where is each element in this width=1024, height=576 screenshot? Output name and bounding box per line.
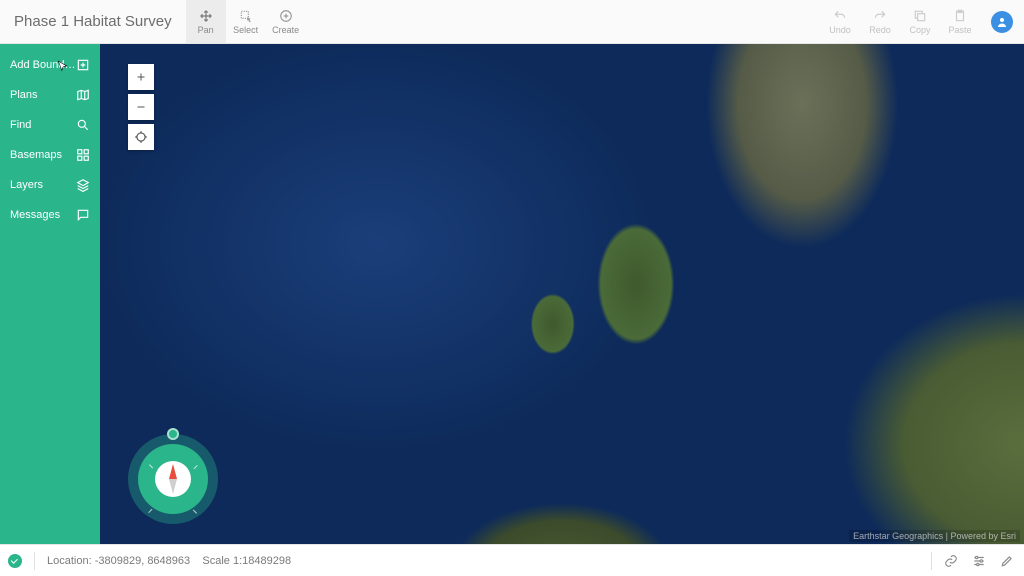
compass-widget[interactable]: ︿ ︿ ︿ ︿ bbox=[128, 434, 218, 524]
main-area: Add Bounda... Plans Find Basemaps Layers bbox=[0, 44, 1024, 544]
location-label: Location: bbox=[47, 555, 92, 567]
minus-icon bbox=[135, 101, 147, 113]
edit-button[interactable] bbox=[998, 552, 1016, 570]
map-attribution: Earthstar Geographics | Powered by Esri bbox=[849, 530, 1020, 542]
sidebar-item-basemaps[interactable]: Basemaps bbox=[0, 140, 100, 170]
paste-button[interactable]: Paste bbox=[940, 0, 980, 43]
avatar-icon bbox=[991, 11, 1013, 33]
status-ok-icon bbox=[8, 554, 22, 568]
sidebar: Add Bounda... Plans Find Basemaps Layers bbox=[0, 44, 100, 544]
tool-group-left: Pan Select Create bbox=[186, 0, 306, 43]
chat-icon bbox=[76, 208, 90, 222]
pan-north-arrow[interactable]: ︿ bbox=[168, 458, 177, 467]
divider bbox=[931, 552, 932, 570]
compass-tick bbox=[149, 464, 153, 468]
map-icon bbox=[76, 88, 90, 102]
satellite-basemap bbox=[100, 44, 1024, 544]
create-label: Create bbox=[272, 25, 299, 35]
grid-icon bbox=[76, 148, 90, 162]
sidebar-item-add-boundary[interactable]: Add Bounda... bbox=[0, 50, 100, 80]
sidebar-item-plans[interactable]: Plans bbox=[0, 80, 100, 110]
undo-button[interactable]: Undo bbox=[820, 0, 860, 43]
sidebar-item-label: Messages bbox=[10, 209, 60, 221]
undo-label: Undo bbox=[829, 25, 851, 35]
search-icon bbox=[76, 118, 90, 132]
status-right-tools bbox=[931, 552, 1016, 570]
sidebar-item-label: Plans bbox=[10, 89, 38, 101]
top-toolbar: Phase 1 Habitat Survey Pan Select Create bbox=[0, 0, 1024, 44]
app-title-text: Phase 1 Habitat Survey bbox=[14, 13, 172, 30]
paste-label: Paste bbox=[948, 25, 971, 35]
sidebar-item-label: Add Bounda... bbox=[10, 59, 76, 71]
crosshair-icon bbox=[134, 130, 148, 144]
sidebar-item-find[interactable]: Find bbox=[0, 110, 100, 140]
scale-value: 1:18489298 bbox=[233, 555, 291, 567]
locate-button[interactable] bbox=[128, 124, 154, 150]
tool-group-right: Undo Redo Copy Paste bbox=[820, 0, 1024, 43]
select-tool[interactable]: Select bbox=[226, 0, 266, 43]
app-title: Phase 1 Habitat Survey bbox=[0, 0, 186, 43]
compass-tick bbox=[194, 465, 198, 469]
pencil-icon bbox=[1000, 554, 1014, 568]
pan-south-arrow[interactable]: ︿ bbox=[168, 491, 177, 500]
polygon-add-icon bbox=[76, 58, 90, 72]
sidebar-item-layers[interactable]: Layers bbox=[0, 170, 100, 200]
zoom-out-button[interactable] bbox=[128, 94, 154, 120]
pan-tool[interactable]: Pan bbox=[186, 0, 226, 43]
zoom-in-button[interactable] bbox=[128, 64, 154, 90]
link-icon bbox=[944, 554, 958, 568]
zoom-controls bbox=[128, 64, 154, 150]
layers-icon bbox=[76, 178, 90, 192]
move-icon bbox=[199, 9, 213, 23]
toolbar-spacer bbox=[306, 0, 820, 43]
location-value: -3809829, 8648963 bbox=[95, 555, 190, 567]
link-button[interactable] bbox=[942, 552, 960, 570]
pan-west-arrow[interactable]: ︿ bbox=[152, 474, 161, 483]
redo-icon bbox=[873, 9, 887, 23]
select-icon bbox=[239, 9, 253, 23]
copy-icon bbox=[913, 9, 927, 23]
plus-circle-icon bbox=[279, 9, 293, 23]
pan-label: Pan bbox=[198, 25, 214, 35]
status-location: Location: -3809829, 8648963 Scale 1:1848… bbox=[47, 555, 291, 567]
redo-button[interactable]: Redo bbox=[860, 0, 900, 43]
sidebar-item-label: Basemaps bbox=[10, 149, 62, 161]
undo-icon bbox=[833, 9, 847, 23]
pan-east-arrow[interactable]: ︿ bbox=[185, 474, 194, 483]
sidebar-item-messages[interactable]: Messages bbox=[0, 200, 100, 230]
divider bbox=[34, 552, 35, 570]
settings-list-button[interactable] bbox=[970, 552, 988, 570]
compass-heading-handle[interactable] bbox=[167, 428, 179, 440]
map-viewport[interactable]: ︿ ︿ ︿ ︿ Earthstar Geographics | Powered … bbox=[100, 44, 1024, 544]
compass-ring: ︿ ︿ ︿ ︿ bbox=[138, 444, 208, 514]
sidebar-item-label: Find bbox=[10, 119, 31, 131]
user-avatar[interactable] bbox=[980, 0, 1024, 43]
create-tool[interactable]: Create bbox=[266, 0, 306, 43]
redo-label: Redo bbox=[869, 25, 891, 35]
paste-icon bbox=[953, 9, 967, 23]
sidebar-item-label: Layers bbox=[10, 179, 43, 191]
copy-button[interactable]: Copy bbox=[900, 0, 940, 43]
copy-label: Copy bbox=[909, 25, 930, 35]
select-label: Select bbox=[233, 25, 258, 35]
plus-icon bbox=[135, 71, 147, 83]
scale-label: Scale bbox=[202, 555, 230, 567]
sliders-icon bbox=[972, 554, 986, 568]
status-bar: Location: -3809829, 8648963 Scale 1:1848… bbox=[0, 544, 1024, 576]
